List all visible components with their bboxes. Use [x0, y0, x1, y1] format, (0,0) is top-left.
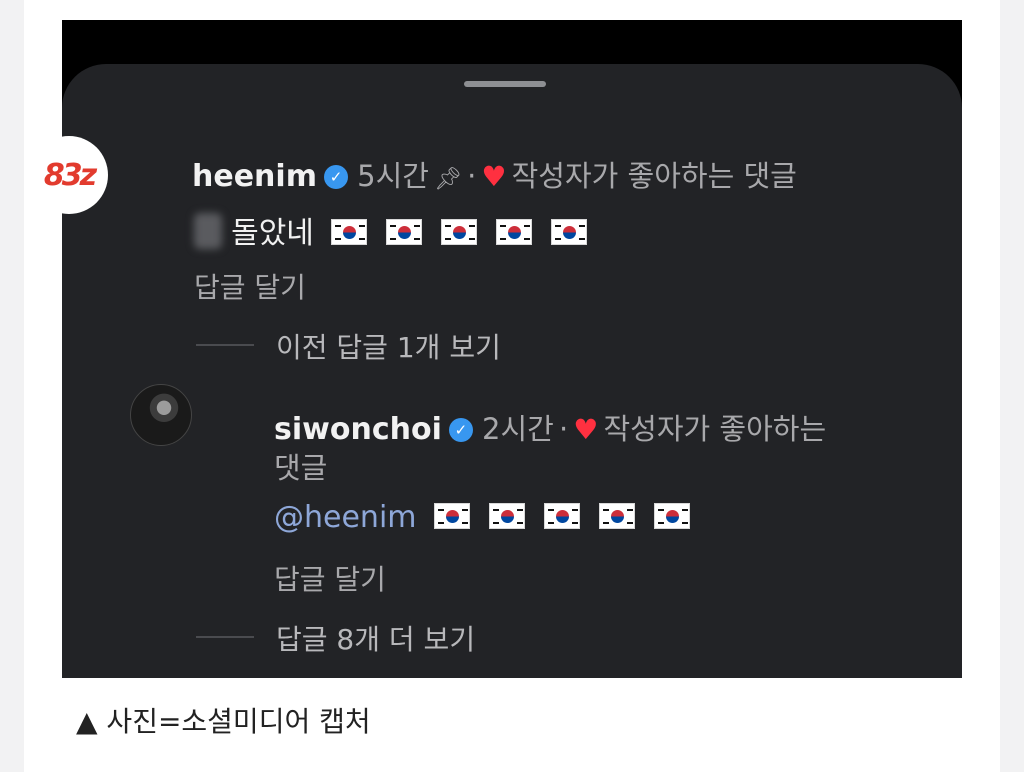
liked-by-author-label-cont: 댓글 — [274, 451, 328, 485]
heart-icon: ♥ — [573, 413, 599, 446]
comment-body-siwonchoi: @heenim — [274, 500, 704, 535]
liked-by-author-label: 작성자가 좋아하는 댓글 — [511, 159, 797, 193]
avatar-heenim[interactable]: 83z — [30, 136, 108, 214]
comment-body-heenim: 돌았네 — [194, 208, 601, 252]
thread-line — [196, 344, 254, 346]
reply-button-siwonchoi[interactable]: 답글 달기 — [274, 558, 386, 598]
comment-time: 5시간 — [357, 159, 429, 193]
verified-badge-icon: ✓ — [448, 418, 473, 442]
comment-header-siwonchoi: siwonchoi ✓ 2시간 · ♥ 작성자가 좋아하는 — [274, 406, 826, 448]
korea-flag-icon — [386, 219, 423, 245]
reply-button-heenim[interactable]: 답글 달기 — [194, 266, 306, 306]
comment-header-heenim: heenim ✓ 5시간 📌︎ · ♥ 작성자가 좋아하는 댓글 — [192, 153, 797, 195]
username-siwonchoi[interactable]: siwonchoi — [274, 412, 442, 447]
thread-line — [196, 636, 254, 638]
screenshot-image — [62, 20, 962, 678]
liked-by-author-label: 작성자가 좋아하는 — [603, 412, 827, 446]
flag-row — [331, 219, 601, 247]
comment-time: 2시간 — [482, 412, 554, 446]
avatar-siwonchoi[interactable] — [130, 384, 192, 446]
view-previous-replies[interactable]: 이전 답글 1개 보기 — [276, 326, 501, 366]
korea-flag-icon — [488, 503, 525, 529]
username-heenim[interactable]: heenim — [192, 159, 317, 194]
flag-row — [433, 503, 704, 531]
pin-icon: 📌︎ — [434, 167, 462, 192]
korea-flag-icon — [598, 503, 635, 529]
sheet-drag-handle[interactable] — [464, 81, 546, 87]
separator-dot: · — [558, 412, 569, 446]
avatar-logo-text: 83z — [43, 157, 97, 193]
korea-flag-icon — [653, 503, 690, 529]
mention-link[interactable]: @heenim — [274, 500, 417, 535]
blurred-text — [194, 213, 222, 249]
verified-badge-icon: ✓ — [324, 165, 349, 189]
separator-dot: · — [467, 159, 477, 193]
image-caption: ▲ 사진=소셜미디어 캡처 — [76, 705, 371, 738]
heart-icon: ♥ — [481, 160, 507, 193]
korea-flag-icon — [551, 219, 588, 245]
korea-flag-icon — [496, 219, 533, 245]
korea-flag-icon — [331, 219, 367, 245]
korea-flag-icon — [441, 219, 478, 245]
korea-flag-icon — [543, 503, 580, 529]
comment-text: 돌았네 — [231, 216, 314, 251]
view-more-replies[interactable]: 답글 8개 더 보기 — [276, 618, 475, 658]
korea-flag-icon — [433, 503, 470, 529]
